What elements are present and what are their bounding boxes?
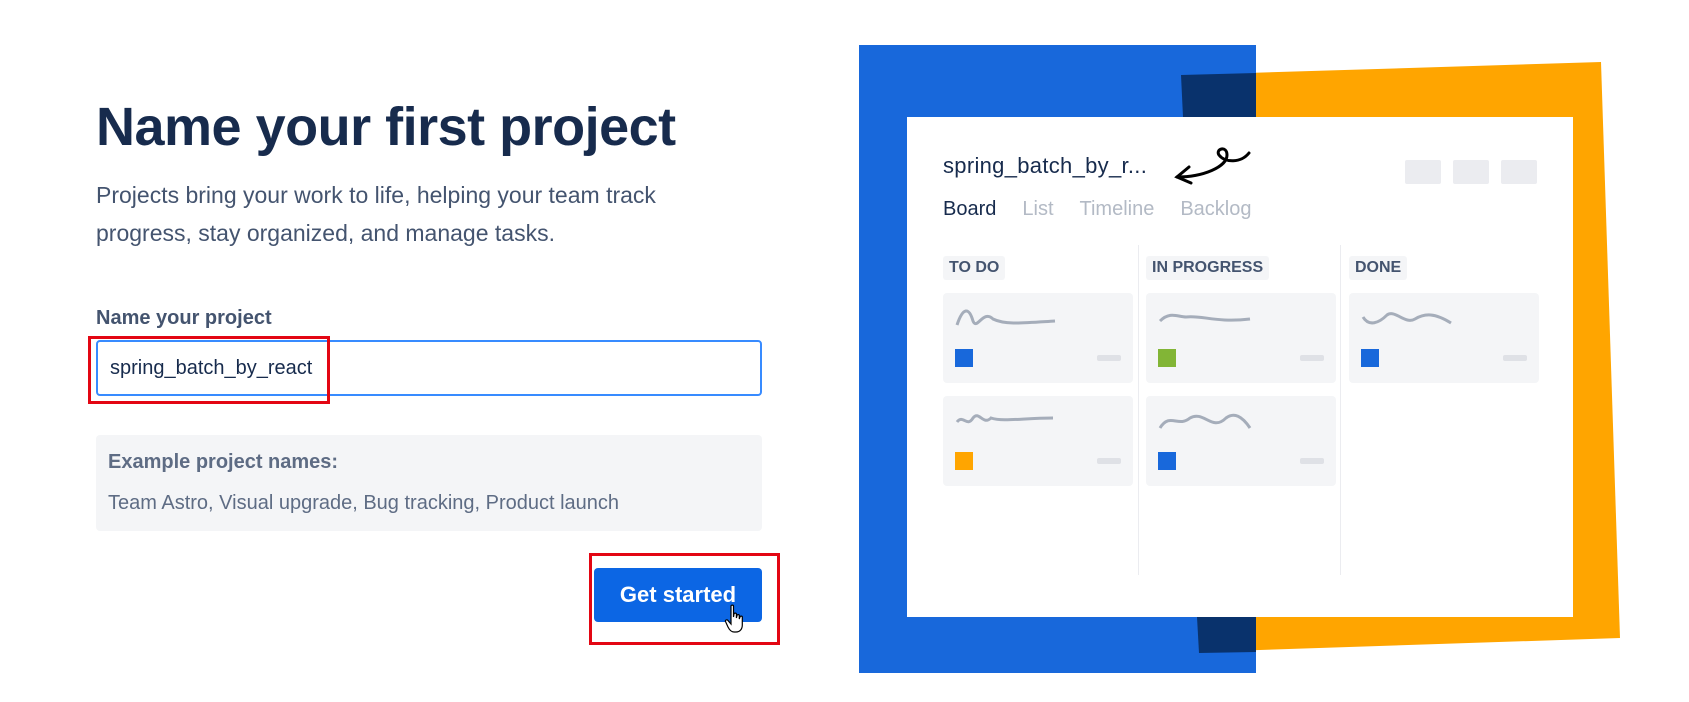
tab-list: List [1022,198,1054,220]
task-card [1349,293,1539,383]
placeholder-block [1453,160,1489,184]
tab-timeline: Timeline [1079,198,1155,220]
example-names-title: Example project names: [108,451,339,473]
curly-arrow-icon [1174,147,1251,185]
column-in-progress: IN PROGRESS [1146,256,1270,280]
blue-backdrop-block [859,45,1256,673]
column-divider [1138,245,1139,575]
placeholder-block [1405,160,1441,184]
project-name-input[interactable] [96,340,762,396]
card-placeholder-line [1300,458,1324,464]
task-card [943,293,1133,383]
page-subtitle: Projects bring your work to life, helpin… [96,182,656,246]
board-title: spring_batch_by_r... [943,153,1148,178]
column-done: DONE [1349,256,1408,280]
page-title: Name your first project [96,97,676,157]
card-tag-blue [1158,452,1176,470]
column-divider [1340,245,1341,575]
example-names-panel: Example project names: Team Astro, Visua… [96,435,762,531]
column-todo: TO DO [943,256,1006,280]
tab-board: Board [943,198,997,220]
example-names-list: Team Astro, Visual upgrade, Bug tracking… [108,492,620,514]
hand-cursor-icon [724,604,743,633]
card-tag-yellow [955,452,973,470]
task-card [1146,293,1336,383]
card-tag-green [1158,349,1176,367]
placeholder-block [1501,160,1537,184]
card-tag-blue [955,349,973,367]
board-card: spring_batch_by_r... Board List Timeline… [907,117,1573,617]
board-tabs: Board List Timeline Backlog [943,198,1252,221]
tab-backlog: Backlog [1180,198,1252,220]
card-placeholder-line [1300,355,1324,361]
task-card [1146,396,1336,486]
card-placeholder-line [1097,355,1121,361]
card-placeholder-line [1097,458,1121,464]
project-name-label: Name your project [96,307,272,329]
card-placeholder-line [1503,355,1527,361]
card-tag-blue [1361,349,1379,367]
task-card [943,396,1133,486]
